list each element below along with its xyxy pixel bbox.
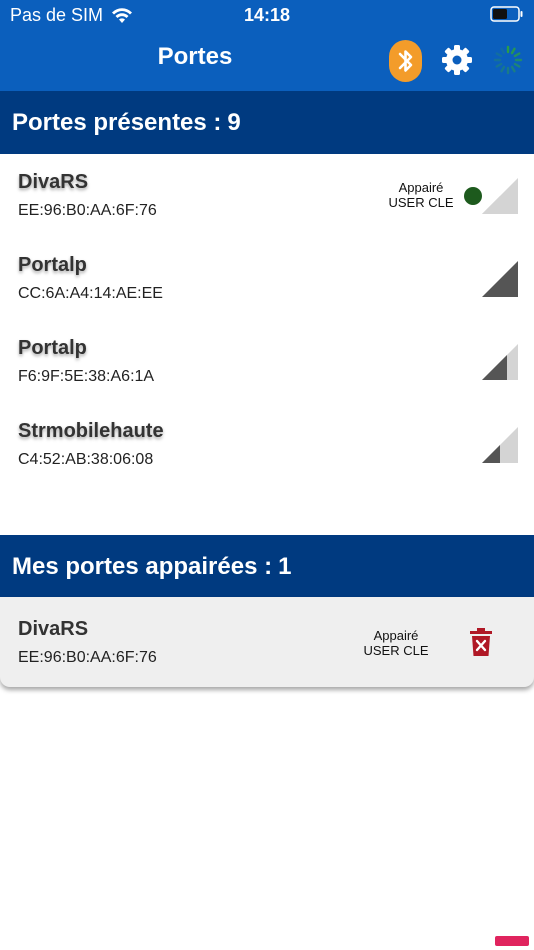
watermark-badge bbox=[495, 936, 529, 946]
door-mac: EE:96:B0:AA:6F:76 bbox=[18, 202, 157, 219]
page-title: Portes bbox=[157, 43, 233, 70]
paired-door-mac: EE:96:B0:AA:6F:76 bbox=[18, 649, 157, 666]
door-name: Portalp bbox=[18, 337, 87, 359]
paired-door-name: DivaRS bbox=[18, 618, 89, 640]
door-name: DivaRS bbox=[18, 171, 89, 193]
door-name: Portalp bbox=[18, 254, 87, 276]
gear-icon[interactable] bbox=[441, 44, 473, 76]
top-bar: Pas de SIM 14:18 Portes bbox=[0, 0, 534, 91]
paired-doors-count: 1 bbox=[278, 552, 292, 580]
door-mac: F6:9F:5E:38:A6:1A bbox=[18, 368, 155, 385]
status-time: 14:18 bbox=[243, 5, 291, 25]
battery-icon bbox=[490, 6, 523, 22]
present-doors-title: Portes présentes : bbox=[12, 108, 222, 136]
delete-trash-icon[interactable] bbox=[470, 628, 492, 656]
paired-door-card[interactable]: DivaRS EE:96:B0:AA:6F:76 Appairé USER CL… bbox=[0, 597, 534, 687]
pair-status-line1: Appairé bbox=[373, 628, 419, 643]
signal-strength-icon bbox=[482, 344, 518, 380]
present-doors-header: Portes présentes : 9 bbox=[0, 91, 534, 154]
door-row[interactable]: Portalp CC:6A:A4:14:AE:EE bbox=[0, 237, 534, 320]
door-row[interactable]: Strmobilehaute C4:52:AB:38:06:08 bbox=[0, 403, 534, 486]
door-row[interactable]: Portalp F6:9F:5E:38:A6:1A bbox=[0, 320, 534, 403]
door-row[interactable]: DivaRS EE:96:B0:AA:6F:76 Appairé USER CL… bbox=[0, 154, 534, 237]
loading-spinner-icon bbox=[493, 45, 523, 75]
signal-strength-icon bbox=[482, 261, 518, 297]
paired-doors-header: Mes portes appairées : 1 bbox=[0, 535, 534, 598]
pair-status-line2: USER CLE bbox=[363, 643, 429, 658]
status-bar: Pas de SIM 14:18 bbox=[0, 0, 534, 30]
bluetooth-icon[interactable] bbox=[389, 40, 422, 82]
app-screen: Pas de SIM 14:18 Portes Portes présentes… bbox=[0, 0, 534, 950]
door-pair-status: Appairé USER CLE bbox=[380, 180, 462, 210]
pair-status-line2: USER CLE bbox=[388, 195, 454, 210]
signal-strength-icon bbox=[482, 427, 518, 463]
present-doors-count: 9 bbox=[227, 108, 241, 136]
signal-strength-icon bbox=[482, 178, 518, 214]
pair-status-line1: Appairé bbox=[398, 180, 444, 195]
paired-door-status: Appairé USER CLE bbox=[355, 628, 437, 658]
door-mac: CC:6A:A4:14:AE:EE bbox=[18, 285, 163, 302]
door-name: Strmobilehaute bbox=[18, 420, 164, 442]
door-mac: C4:52:AB:38:06:08 bbox=[18, 451, 154, 468]
paired-doors-title: Mes portes appairées : bbox=[12, 552, 273, 580]
paired-status-dot bbox=[464, 187, 482, 205]
